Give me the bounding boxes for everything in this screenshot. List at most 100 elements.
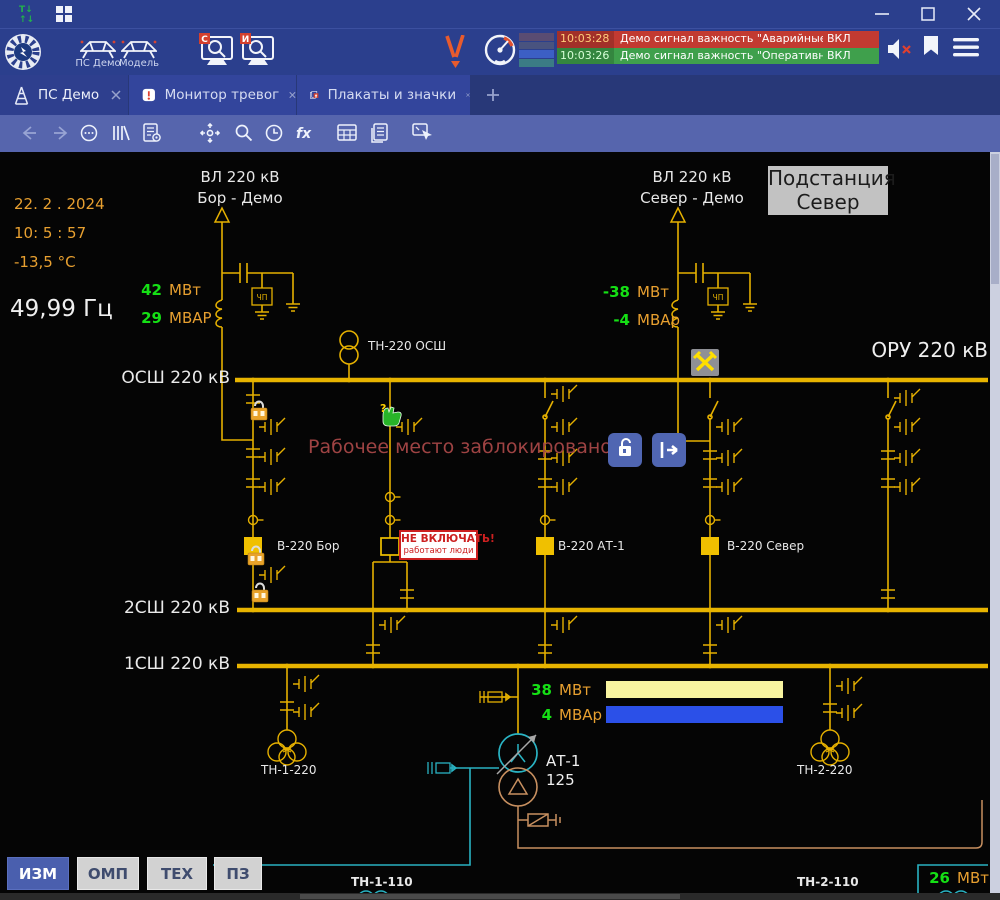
tab-placards[interactable]: Плакаты и значки	[297, 75, 470, 115]
tn220-osh-label: ТН-220 ОСШ	[368, 339, 446, 353]
lock-icon[interactable]	[248, 547, 264, 566]
select-mode-icon[interactable]	[412, 123, 434, 143]
horizontal-scrollbar[interactable]	[0, 893, 1000, 900]
formula-icon[interactable]: fx	[294, 122, 316, 144]
horizontal-scrollbar-thumb[interactable]	[300, 894, 680, 899]
grid-menu-icon[interactable]	[56, 6, 74, 24]
warning-sign[interactable]: НЕ ВКЛЮЧАТЬ! работают люди	[399, 530, 478, 560]
bookmark-icon[interactable]	[923, 36, 939, 56]
junction-dots	[251, 378, 891, 669]
new-tab-button[interactable]	[486, 88, 500, 102]
table-icon[interactable]	[337, 124, 357, 142]
unlock-workplace-button[interactable]	[608, 433, 642, 467]
at1-p: 38 МВт	[530, 681, 591, 699]
legend-bar	[519, 33, 554, 41]
back-icon[interactable]	[20, 124, 38, 142]
feeder-sever-p: -38 МВт	[592, 283, 669, 301]
alarm-message: Демо сигнал важность "Оперативное с...	[614, 48, 823, 65]
scheme-temperature: -13,5 °C	[14, 253, 76, 271]
severity-legend	[519, 33, 554, 67]
scheme-time: 10: 5 : 57	[14, 224, 86, 242]
legend-bar	[519, 50, 554, 58]
pan-icon[interactable]	[199, 122, 221, 144]
vertical-scrollbar-thumb[interactable]	[991, 154, 999, 284]
vertical-scrollbar[interactable]	[990, 152, 1000, 893]
tab-close-icon[interactable]	[111, 90, 121, 100]
tab-label: Плакаты и значки	[328, 87, 457, 103]
tab-alarm-monitor[interactable]: Монитор тревог	[129, 75, 296, 115]
at1-transformer[interactable]	[497, 734, 537, 806]
alarm-row[interactable]: 10:03:28 Демо сигнал важность "Аварийные…	[557, 31, 879, 48]
svg-text:↑↓: ↑↓	[19, 15, 34, 25]
journal-icon[interactable]	[370, 123, 390, 143]
mute-speaker-icon[interactable]	[886, 37, 914, 61]
history-icon[interactable]	[264, 123, 284, 143]
lock-icon[interactable]	[251, 402, 267, 421]
at1-p-bar	[606, 681, 783, 698]
hand-marker-icon[interactable]: ?	[380, 402, 401, 426]
feeder-sever-name: ВЛ 220 кВ Север - Демо	[622, 167, 762, 209]
blocked-message: Рабочее место заблокировано	[308, 436, 612, 458]
breaker-at1-label: В-220 АТ-1	[558, 539, 625, 553]
alarm-row[interactable]: 10:03:26 Демо сигнал важность "Оперативн…	[557, 48, 879, 65]
more-icon[interactable]	[80, 124, 98, 142]
feeder-bor-p: 42 МВт	[136, 281, 201, 299]
layers-icon[interactable]	[112, 124, 130, 142]
breaker-bor[interactable]	[244, 537, 262, 555]
feeder-bor-name: ВЛ 220 кВ Бор - Демо	[170, 167, 310, 209]
lock-icon[interactable]	[252, 584, 268, 603]
gauge-icon[interactable]	[483, 33, 517, 67]
legend-bar	[519, 42, 554, 50]
maximize-button[interactable]	[914, 0, 942, 28]
chp-label: ЧП	[257, 293, 268, 302]
tab-close-icon[interactable]	[466, 90, 470, 100]
svg-text:Т↓: Т↓	[19, 5, 33, 15]
alarm-ticker: 10:03:28 Демо сигнал важность "Аварийные…	[557, 31, 879, 64]
breaker-bor-label: В-220 Бор	[277, 539, 339, 553]
mode-pz-button[interactable]: ПЗ	[214, 857, 262, 890]
alarm-state: ВКЛ	[823, 31, 879, 48]
alarm-message: Демо сигнал важность "Аварийные"	[614, 31, 823, 48]
breaker-sever-label: В-220 Север	[727, 539, 804, 553]
unlock-icon	[619, 439, 631, 456]
view-toolbar: fx	[0, 115, 1000, 152]
event-search-icon[interactable]: И	[238, 31, 278, 71]
minimize-button[interactable]	[868, 0, 896, 28]
scheme-frequency: 49,99 Гц	[10, 296, 113, 322]
at1-q: 4 МВАр	[530, 706, 602, 724]
close-button[interactable]	[960, 0, 988, 28]
breaker-sever[interactable]	[701, 537, 719, 555]
works-placard-icon[interactable]	[691, 349, 719, 376]
forward-icon[interactable]	[52, 124, 70, 142]
alarm-state: ВКЛ	[823, 48, 879, 65]
substation-ps-demo-label[interactable]: ПС Демо	[75, 58, 121, 69]
mode-izm-button[interactable]: ИЗМ	[7, 857, 69, 890]
sort-signals-icon[interactable]: Т↓ ↑↓	[18, 3, 40, 25]
zoom-icon[interactable]	[234, 123, 254, 143]
substation-ps-demo-icon[interactable]	[80, 36, 116, 60]
alarm-flash-icon[interactable]	[444, 35, 468, 69]
substation-model-label[interactable]: Модель	[117, 58, 161, 69]
tab-bar: ПС Демо Монитор тревог Плакаты	[0, 75, 1000, 115]
breaker-at1[interactable]	[536, 537, 554, 555]
area-label: ОРУ 220 кВ	[830, 338, 988, 362]
badge-letter: С	[201, 35, 208, 45]
tn2-110-label: ТН-2-110	[797, 875, 859, 889]
substation-model-icon[interactable]	[121, 36, 157, 60]
tab-ps-demo[interactable]: ПС Демо	[0, 75, 128, 115]
menu-icon[interactable]	[953, 38, 981, 58]
switch-command-button[interactable]	[652, 433, 686, 467]
substation-title-box[interactable]: Подстанция Север	[768, 166, 888, 215]
tab-label: ПС Демо	[38, 87, 99, 103]
tab-close-icon[interactable]	[289, 90, 296, 100]
mode-omp-button[interactable]: ОМП	[77, 857, 139, 890]
breaker-coupler-open[interactable]	[381, 538, 399, 555]
mode-teh-button[interactable]: ТЕХ	[147, 857, 207, 890]
bus-2sh-label: 2СШ 220 кВ	[110, 598, 230, 618]
placard-icon	[310, 85, 319, 105]
tn2-p: 26 МВт	[928, 869, 989, 887]
tn1-220-label: ТН-1-220	[261, 763, 317, 777]
scheme-search-icon[interactable]: С	[197, 31, 237, 71]
report-icon[interactable]	[142, 123, 162, 143]
app-logo	[2, 31, 44, 73]
